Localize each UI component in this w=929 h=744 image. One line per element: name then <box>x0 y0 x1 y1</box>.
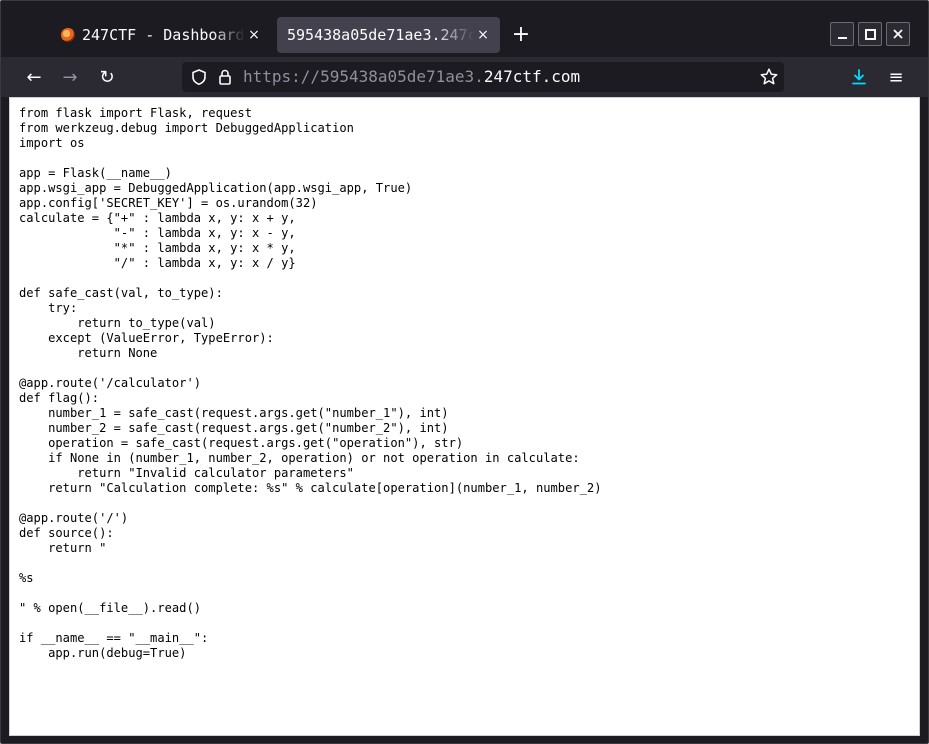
new-tab-button[interactable]: + <box>508 22 534 48</box>
close-icon <box>893 29 903 39</box>
forward-button[interactable]: → <box>56 63 84 91</box>
maximize-button[interactable] <box>858 22 882 46</box>
hamburger-menu-icon: ≡ <box>888 66 904 88</box>
shield-icon[interactable] <box>190 68 208 86</box>
reload-button[interactable]: ↻ <box>93 63 121 91</box>
tab-dashboard[interactable]: 247CTF - Dashboard × <box>53 17 271 53</box>
page-content: from flask import Flask, request from we… <box>9 97 920 736</box>
tab-strip: 247CTF - Dashboard × 595438a05de71ae3.24… <box>1 1 928 57</box>
lock-icon[interactable] <box>216 68 234 86</box>
url-text[interactable]: https://595438a05de71ae3.247ctf.com <box>243 62 580 92</box>
tab-title: 247CTF - Dashboard <box>82 26 245 44</box>
menu-button[interactable]: ≡ <box>882 63 910 91</box>
url-domain: 247ctf.com <box>483 67 581 86</box>
maximize-icon <box>864 28 876 40</box>
247ctf-logo-icon <box>61 28 75 42</box>
back-button[interactable]: ← <box>20 63 48 91</box>
reload-icon: ↻ <box>99 66 115 88</box>
minimize-icon <box>837 37 847 39</box>
minimize-button[interactable] <box>830 22 854 46</box>
navigation-toolbar: ← → ↻ https://595438a05de71ae3.247ctf.co… <box>1 57 928 97</box>
address-bar[interactable]: https://595438a05de71ae3.247ctf.com <box>182 62 784 92</box>
browser-window: 247CTF - Dashboard × 595438a05de71ae3.24… <box>0 0 929 744</box>
download-icon <box>852 69 866 85</box>
forward-arrow-icon: → <box>62 66 78 88</box>
close-tab-icon[interactable]: × <box>474 27 492 43</box>
close-tab-icon[interactable]: × <box>245 27 263 43</box>
close-window-button[interactable] <box>886 22 910 46</box>
source-code: from flask import Flask, request from we… <box>19 106 602 660</box>
downloads-button[interactable] <box>845 63 873 91</box>
back-arrow-icon: ← <box>26 66 42 88</box>
tab-challenge[interactable]: 595438a05de71ae3.247ctf.com × <box>277 17 500 53</box>
tab-title: 595438a05de71ae3.247ctf.com <box>287 26 474 44</box>
url-prefix: https://595438a05de71ae3. <box>243 67 484 86</box>
bookmark-star-icon[interactable] <box>759 67 779 87</box>
